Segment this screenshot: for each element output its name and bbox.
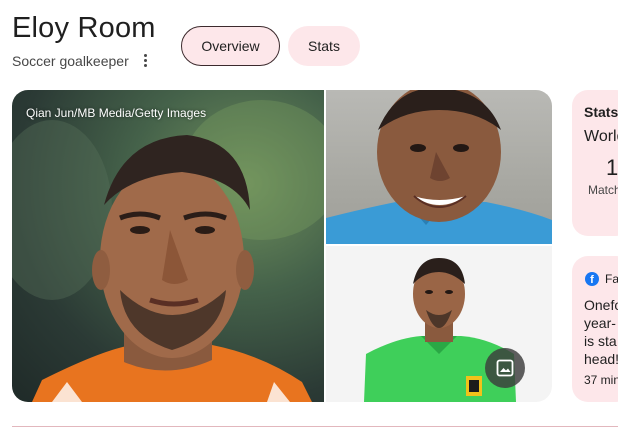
facebook-icon: f [585, 272, 599, 286]
entity-subtitle: Soccer goalkeeper [12, 53, 129, 69]
page-title: Eloy Room [12, 12, 156, 44]
post-text-line: is sta [584, 333, 617, 349]
portrait-illustration [326, 90, 552, 244]
post-text: Onefo year- is sta head! [584, 296, 618, 368]
post-text-line: Onefo [584, 297, 618, 313]
tab-overview[interactable]: Overview [181, 26, 280, 66]
image-search-button[interactable] [485, 348, 525, 388]
secondary-photo-top[interactable] [326, 90, 552, 244]
post-timestamp: 37 min [584, 373, 618, 387]
image-gallery: Qian Jun/MB Media/Getty Images [12, 90, 552, 402]
main-photo[interactable]: Qian Jun/MB Media/Getty Images [12, 90, 324, 402]
stats-competition: World [584, 128, 618, 145]
post-source: Fa [605, 272, 618, 286]
image-icon [496, 359, 514, 377]
stats-value: 1 [606, 155, 618, 180]
stats-card-title: Stats [584, 104, 618, 120]
post-text-line: year- [584, 315, 616, 331]
tab-stats[interactable]: Stats [288, 26, 360, 66]
post-text-line: head! [584, 351, 618, 367]
photo-credit: Qian Jun/MB Media/Getty Images [26, 106, 207, 120]
stats-value-label: Match [588, 183, 618, 197]
more-options-icon[interactable] [138, 50, 152, 70]
portrait-illustration [12, 100, 324, 402]
divider [12, 426, 618, 427]
social-post-card[interactable]: f Fa Onefo year- is sta head! 37 min [572, 256, 618, 402]
stats-card[interactable]: Stats World 1 Match [572, 90, 618, 236]
